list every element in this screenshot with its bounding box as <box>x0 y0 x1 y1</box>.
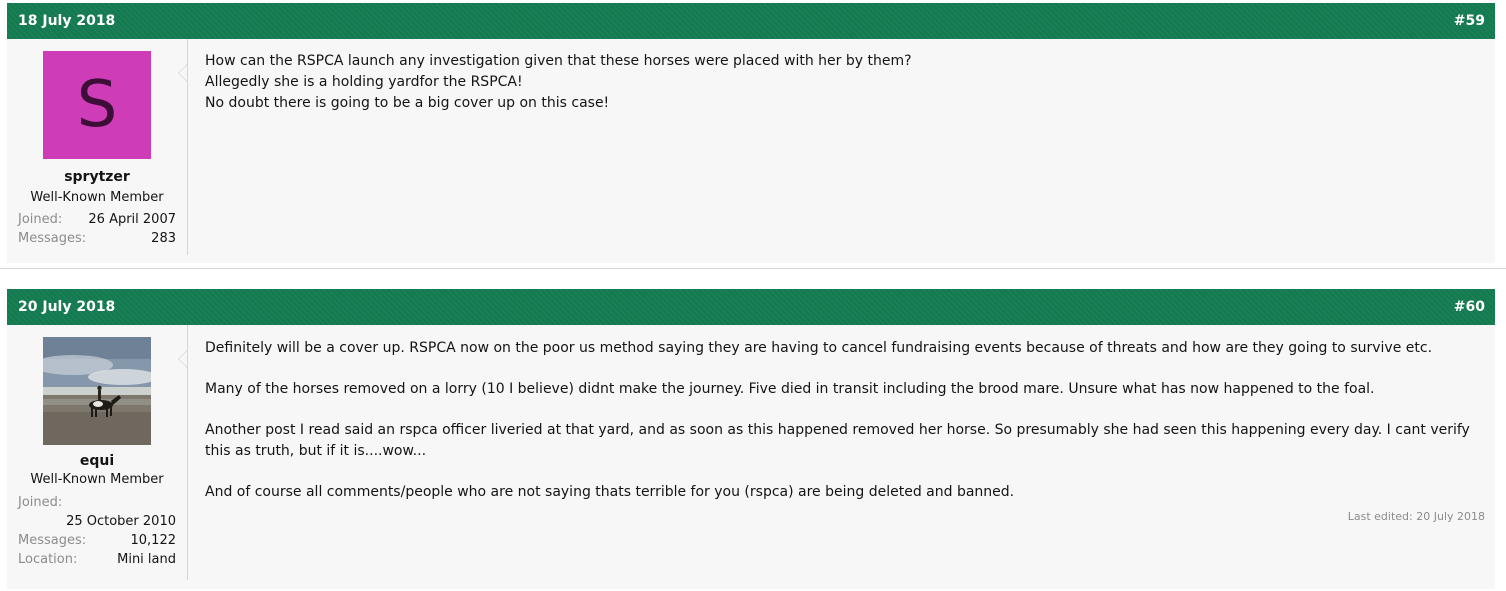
message-paragraph: Another post I read said an rspca office… <box>205 422 1470 459</box>
message-line: No doubt there is going to be a big cove… <box>205 95 610 111</box>
joined-label: Joined: <box>18 495 63 510</box>
message-body: How can the RSPCA launch any investigati… <box>205 51 1487 114</box>
messages-value: 10,122 <box>130 533 177 548</box>
username[interactable]: equi <box>7 453 187 469</box>
post-permalink[interactable]: #59 <box>1454 13 1485 29</box>
message-body: Definitely will be a cover up. RSPCA now… <box>205 338 1487 503</box>
messages-value: 283 <box>151 231 176 246</box>
message-paragraph: And of course all comments/people who ar… <box>205 484 1015 500</box>
post-60: 20 July 2018 #60 equi Well-Known Member … <box>7 289 1495 589</box>
message-line: Allegedly she is a holding yardfor the R… <box>205 74 523 90</box>
joined-label: Joined: <box>18 212 63 227</box>
message-line: How can the RSPCA launch any investigati… <box>205 53 912 69</box>
speech-arrow <box>178 64 187 82</box>
post-59: 18 July 2018 #59 S sprytzer Well-Known M… <box>7 3 1495 263</box>
post-permalink[interactable]: #60 <box>1454 299 1485 315</box>
avatar[interactable] <box>43 337 151 445</box>
post-header: 18 July 2018 #59 <box>7 3 1495 39</box>
joined-value: 26 April 2007 <box>88 212 176 227</box>
speech-arrow <box>178 350 187 368</box>
messages-label: Messages: <box>18 533 87 548</box>
post-date[interactable]: 20 July 2018 <box>18 299 115 315</box>
username[interactable]: sprytzer <box>7 169 187 185</box>
location-label: Location: <box>18 552 78 567</box>
user-title: Well-Known Member <box>30 472 164 487</box>
beach-rider-photo-icon <box>43 337 151 445</box>
post-separator <box>0 268 1506 269</box>
post-header: 20 July 2018 #60 <box>7 289 1495 325</box>
location-value[interactable]: Mini land <box>117 552 176 567</box>
user-info: S sprytzer Well-Known Member Joined: 26 … <box>7 39 188 255</box>
post-date[interactable]: 18 July 2018 <box>18 13 115 29</box>
last-edited: Last edited: 20 July 2018 <box>1347 510 1485 523</box>
message-paragraph: Definitely will be a cover up. RSPCA now… <box>205 340 1433 356</box>
user-title: Well-Known Member <box>30 190 164 205</box>
message-paragraph: Many of the horses removed on a lorry (1… <box>205 381 1375 397</box>
messages-label: Messages: <box>18 231 87 246</box>
joined-value: 25 October 2010 <box>66 514 176 529</box>
user-info: equi Well-Known Member Joined: 25 Octobe… <box>7 325 188 580</box>
avatar[interactable]: S <box>43 51 151 159</box>
